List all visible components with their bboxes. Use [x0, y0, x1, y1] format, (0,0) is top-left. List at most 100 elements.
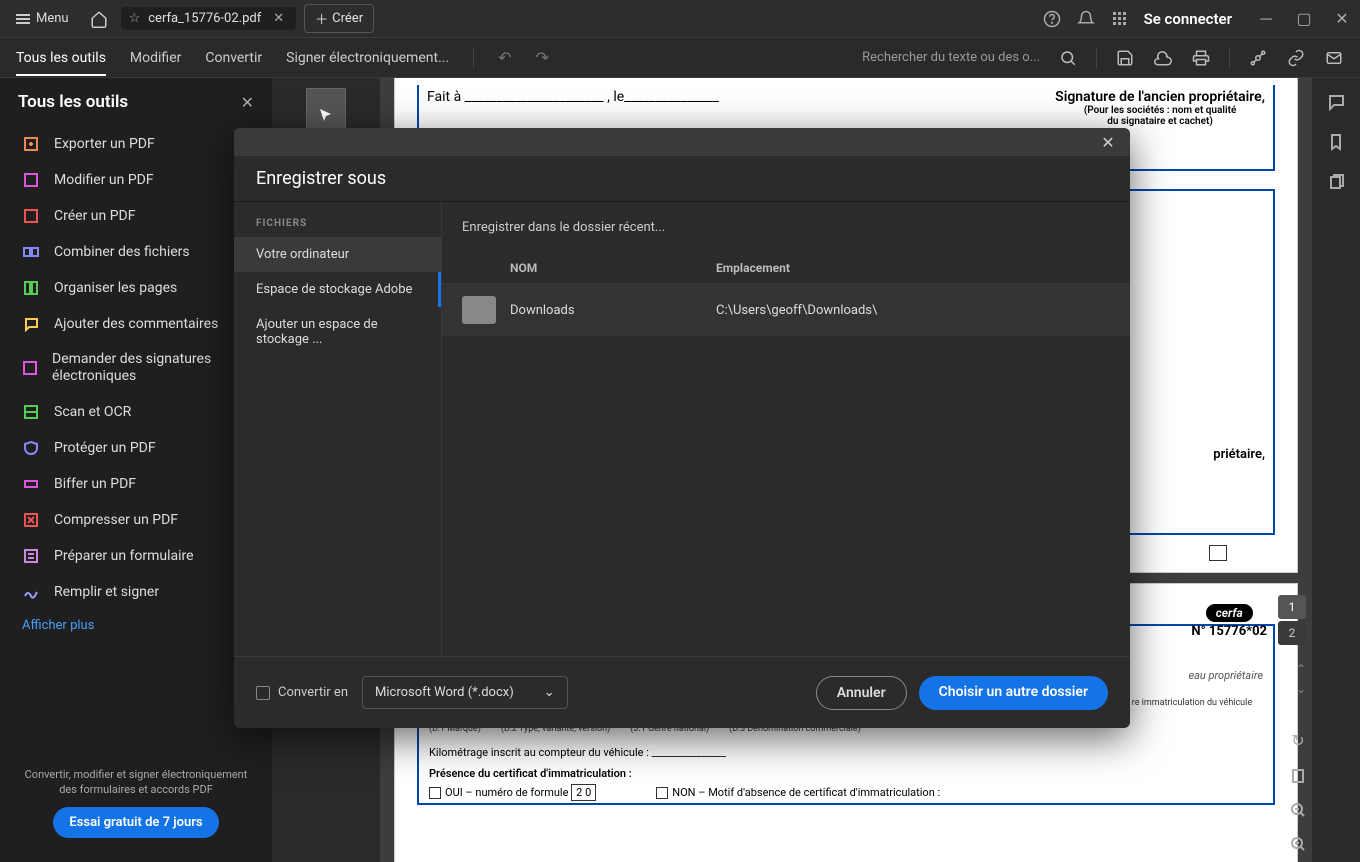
combine-icon	[22, 243, 40, 261]
cursor-icon	[318, 107, 334, 123]
print-icon[interactable]	[1191, 48, 1211, 68]
copy-rail-icon[interactable]	[1326, 172, 1346, 192]
tab-sign[interactable]: Signer électroniquement...	[286, 42, 449, 74]
tool-export-pdf[interactable]: Exporter un PDF	[18, 126, 254, 162]
organize-icon	[22, 279, 40, 297]
signin-button[interactable]: Se connecter	[1144, 10, 1232, 28]
create-label: Créer	[332, 11, 363, 26]
divider	[1229, 48, 1230, 68]
comment-rail-icon[interactable]	[1326, 92, 1346, 112]
tool-scan-ocr[interactable]: Scan et OCR	[18, 394, 254, 430]
minimize-button[interactable]: ─	[1256, 9, 1276, 29]
apps-icon[interactable]	[1110, 9, 1130, 29]
share-icon[interactable]	[1248, 48, 1268, 68]
bell-icon[interactable]	[1076, 9, 1096, 29]
folder-row-downloads[interactable]: Downloads C:\Users\geoff\Downloads\	[442, 284, 1130, 336]
tool-modify-pdf[interactable]: Modifier un PDF	[18, 162, 254, 198]
star-icon: ☆	[129, 11, 141, 26]
mail-icon[interactable]	[1324, 48, 1344, 68]
tool-create-pdf[interactable]: Créer un PDF	[18, 198, 254, 234]
format-select[interactable]: Microsoft Word (*.docx) ⌄	[362, 676, 568, 709]
folder-icon	[462, 296, 496, 324]
titlebar: Menu ☆ cerfa_15776-02.pdf ✕ ＋ Créer Se c…	[0, 0, 1360, 38]
home-icon	[90, 10, 108, 28]
link-icon[interactable]	[1286, 48, 1306, 68]
edit-icon	[22, 171, 40, 189]
zoom-out-icon[interactable]	[1290, 802, 1306, 818]
close-window-button[interactable]: ✕	[1332, 9, 1352, 29]
col-name-header: NOM	[510, 261, 716, 275]
menu-label: Menu	[36, 11, 69, 26]
folder-name: Downloads	[510, 303, 716, 318]
tab-convert[interactable]: Convertir	[205, 42, 262, 74]
help-icon[interactable]	[1042, 9, 1062, 29]
tool-organize[interactable]: Organiser les pages	[18, 270, 254, 306]
dialog-side-heading: FICHIERS	[234, 202, 441, 237]
undo-icon[interactable]: ↶	[498, 48, 511, 67]
redo-icon[interactable]: ↷	[536, 48, 549, 67]
footer-text: Convertir, modifier et signer électroniq…	[24, 768, 248, 797]
page-num-current[interactable]: 1	[1278, 595, 1306, 619]
hamburger-icon	[16, 14, 30, 24]
page-up-icon[interactable]: ⌃	[1296, 662, 1306, 676]
dialog-close-button[interactable]: ✕	[1096, 130, 1120, 154]
convert-checkbox-label[interactable]: Convertir en	[256, 685, 348, 700]
tool-compress[interactable]: Compresser un PDF	[18, 502, 254, 538]
compress-icon	[22, 511, 40, 529]
col-location-header: Emplacement	[716, 261, 1110, 275]
titlebar-right: Se connecter ─ ▢ ✕	[1042, 9, 1352, 29]
side-item-computer[interactable]: Votre ordinateur	[234, 237, 441, 272]
tool-comments[interactable]: Ajouter des commentaires	[18, 306, 254, 342]
scan-icon	[22, 403, 40, 421]
signature-icon	[22, 359, 38, 377]
create-pdf-icon	[22, 207, 40, 225]
save-icon[interactable]	[1115, 48, 1135, 68]
cerfa-badge: cerfa N° 15776*02	[1191, 604, 1267, 639]
export-icon	[22, 135, 40, 153]
tab-all-tools[interactable]: Tous les outils	[16, 42, 106, 74]
sidebar: Tous les outils ✕ Exporter un PDF Modifi…	[0, 78, 272, 862]
choose-folder-button[interactable]: Choisir un autre dossier	[919, 676, 1108, 710]
search-placeholder[interactable]: Rechercher du texte ou des o...	[862, 50, 1040, 65]
search-icon[interactable]	[1058, 48, 1078, 68]
cancel-button[interactable]: Annuler	[816, 676, 907, 710]
cloud-icon[interactable]	[1153, 48, 1173, 68]
tool-redact[interactable]: Biffer un PDF	[18, 466, 254, 502]
tab-modify[interactable]: Modifier	[130, 42, 181, 74]
fit-width-icon[interactable]	[1290, 768, 1306, 784]
tool-fill-sign[interactable]: Remplir et signer	[18, 574, 254, 610]
bookmark-rail-icon[interactable]	[1326, 132, 1346, 152]
create-button[interactable]: ＋ Créer	[304, 4, 374, 33]
toolbar: Tous les outils Modifier Convertir Signe…	[0, 38, 1360, 78]
divider	[473, 48, 474, 68]
document-tab[interactable]: ☆ cerfa_15776-02.pdf ✕	[121, 7, 297, 30]
page-num-2[interactable]: 2	[1278, 621, 1306, 645]
comment-icon	[22, 315, 40, 333]
dialog-main: Enregistrer dans le dossier récent... NO…	[442, 202, 1130, 656]
toolbar-right: Rechercher du texte ou des o...	[862, 48, 1344, 68]
home-button[interactable]	[85, 5, 113, 33]
trial-button[interactable]: Essai gratuit de 7 jours	[53, 807, 218, 838]
side-item-adobe-storage[interactable]: Espace de stockage Adobe	[234, 272, 441, 307]
menu-button[interactable]: Menu	[8, 7, 77, 30]
tool-form[interactable]: Préparer un formulaire	[18, 538, 254, 574]
page-down-icon[interactable]: ⌄	[1296, 682, 1306, 696]
sidebar-close-button[interactable]: ✕	[241, 93, 254, 112]
tool-protect[interactable]: Protéger un PDF	[18, 430, 254, 466]
tool-signatures[interactable]: Demander des signatures électroniques	[18, 342, 254, 394]
folder-location: C:\Users\geoff\Downloads\	[716, 303, 877, 318]
side-item-add-storage[interactable]: Ajouter un espace de stockage ...	[234, 307, 441, 357]
maximize-button[interactable]: ▢	[1294, 9, 1314, 29]
rotate-icon[interactable]: ↻	[1291, 731, 1304, 750]
sig-sub2: du signataire et cachet)	[1055, 116, 1265, 127]
tab-close-button[interactable]: ✕	[269, 11, 288, 26]
tool-combine[interactable]: Combiner des fichiers	[18, 234, 254, 270]
sig-title: Signature de l'ancien propriétaire,	[1055, 89, 1265, 105]
right-rail	[1312, 78, 1360, 862]
checkbox-icon	[256, 686, 270, 700]
show-more-link[interactable]: Afficher plus	[18, 610, 254, 641]
dialog-title: Enregistrer sous	[234, 156, 1130, 202]
sidebar-title: Tous les outils	[18, 92, 128, 112]
zoom-in-icon[interactable]	[1290, 836, 1306, 852]
dialog-footer: Convertir en Microsoft Word (*.docx) ⌄ A…	[234, 656, 1130, 728]
